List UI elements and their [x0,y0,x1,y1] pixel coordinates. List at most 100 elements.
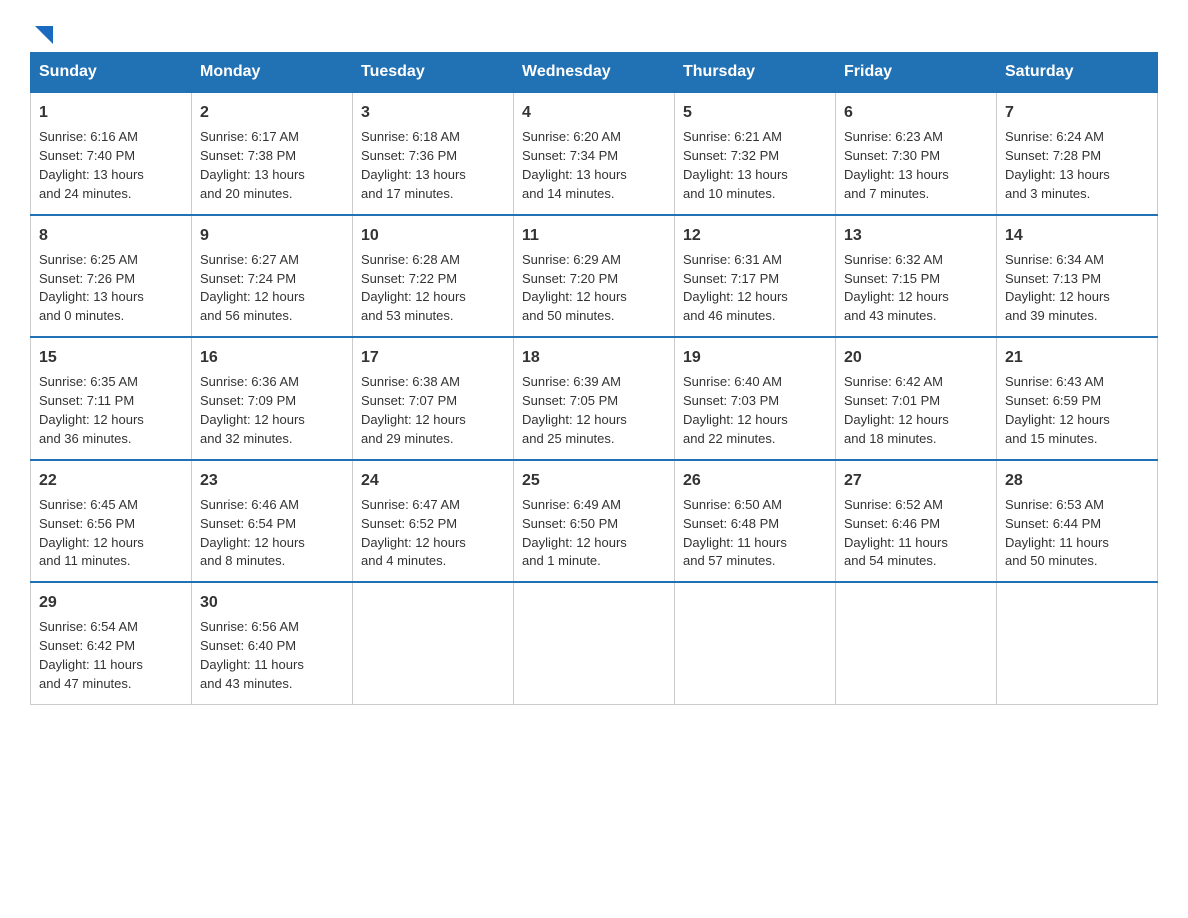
sunset-text: Sunset: 7:30 PM [844,148,940,163]
calendar-cell: 15 Sunrise: 6:35 AM Sunset: 7:11 PM Dayl… [31,337,192,460]
daylight-hours: Daylight: 12 hours [1005,412,1110,427]
sunrise-text: Sunrise: 6:31 AM [683,252,782,267]
sunrise-text: Sunrise: 6:28 AM [361,252,460,267]
calendar-cell: 14 Sunrise: 6:34 AM Sunset: 7:13 PM Dayl… [997,215,1158,338]
sunset-text: Sunset: 7:03 PM [683,393,779,408]
calendar-cell: 22 Sunrise: 6:45 AM Sunset: 6:56 PM Dayl… [31,460,192,583]
sunrise-text: Sunrise: 6:46 AM [200,497,299,512]
day-number: 29 [39,591,183,614]
sunset-text: Sunset: 7:28 PM [1005,148,1101,163]
daylight-minutes: and 57 minutes. [683,553,776,568]
sunrise-text: Sunrise: 6:42 AM [844,374,943,389]
daylight-hours: Daylight: 12 hours [361,412,466,427]
day-number: 6 [844,101,988,124]
daylight-hours: Daylight: 12 hours [200,535,305,550]
sunset-text: Sunset: 6:54 PM [200,516,296,531]
sunrise-text: Sunrise: 6:56 AM [200,619,299,634]
daylight-hours: Daylight: 12 hours [844,289,949,304]
week-row-3: 15 Sunrise: 6:35 AM Sunset: 7:11 PM Dayl… [31,337,1158,460]
daylight-minutes: and 50 minutes. [522,308,615,323]
sunrise-text: Sunrise: 6:38 AM [361,374,460,389]
calendar-cell [836,582,997,704]
sunrise-text: Sunrise: 6:21 AM [683,129,782,144]
calendar-cell: 27 Sunrise: 6:52 AM Sunset: 6:46 PM Dayl… [836,460,997,583]
sunset-text: Sunset: 7:26 PM [39,271,135,286]
calendar-cell: 11 Sunrise: 6:29 AM Sunset: 7:20 PM Dayl… [514,215,675,338]
sunset-text: Sunset: 6:48 PM [683,516,779,531]
sunset-text: Sunset: 7:17 PM [683,271,779,286]
calendar-cell: 20 Sunrise: 6:42 AM Sunset: 7:01 PM Dayl… [836,337,997,460]
daylight-hours: Daylight: 13 hours [683,167,788,182]
daylight-minutes: and 43 minutes. [200,676,293,691]
sunset-text: Sunset: 7:01 PM [844,393,940,408]
daylight-hours: Daylight: 12 hours [361,289,466,304]
daylight-minutes: and 7 minutes. [844,186,929,201]
day-number: 7 [1005,101,1149,124]
sunset-text: Sunset: 6:50 PM [522,516,618,531]
sunrise-text: Sunrise: 6:36 AM [200,374,299,389]
daylight-hours: Daylight: 12 hours [200,412,305,427]
calendar-cell: 2 Sunrise: 6:17 AM Sunset: 7:38 PM Dayli… [192,92,353,215]
sunrise-text: Sunrise: 6:17 AM [200,129,299,144]
daylight-minutes: and 47 minutes. [39,676,132,691]
sunrise-text: Sunrise: 6:49 AM [522,497,621,512]
calendar-cell: 10 Sunrise: 6:28 AM Sunset: 7:22 PM Dayl… [353,215,514,338]
daylight-minutes: and 36 minutes. [39,431,132,446]
sunrise-text: Sunrise: 6:40 AM [683,374,782,389]
sunset-text: Sunset: 7:05 PM [522,393,618,408]
sunset-text: Sunset: 6:42 PM [39,638,135,653]
sunset-text: Sunset: 6:46 PM [844,516,940,531]
calendar-cell: 21 Sunrise: 6:43 AM Sunset: 6:59 PM Dayl… [997,337,1158,460]
sunset-text: Sunset: 6:40 PM [200,638,296,653]
day-number: 5 [683,101,827,124]
daylight-minutes: and 32 minutes. [200,431,293,446]
daylight-hours: Daylight: 13 hours [39,289,144,304]
sunrise-text: Sunrise: 6:18 AM [361,129,460,144]
sunrise-text: Sunrise: 6:29 AM [522,252,621,267]
day-header-saturday: Saturday [997,53,1158,93]
sunrise-text: Sunrise: 6:54 AM [39,619,138,634]
sunrise-text: Sunrise: 6:39 AM [522,374,621,389]
daylight-minutes: and 56 minutes. [200,308,293,323]
sunset-text: Sunset: 6:44 PM [1005,516,1101,531]
calendar-table: SundayMondayTuesdayWednesdayThursdayFrid… [30,52,1158,705]
day-header-wednesday: Wednesday [514,53,675,93]
daylight-minutes: and 0 minutes. [39,308,124,323]
daylight-hours: Daylight: 12 hours [361,535,466,550]
calendar-cell: 29 Sunrise: 6:54 AM Sunset: 6:42 PM Dayl… [31,582,192,704]
day-number: 15 [39,346,183,369]
sunset-text: Sunset: 6:52 PM [361,516,457,531]
week-row-4: 22 Sunrise: 6:45 AM Sunset: 6:56 PM Dayl… [31,460,1158,583]
daylight-minutes: and 14 minutes. [522,186,615,201]
week-row-2: 8 Sunrise: 6:25 AM Sunset: 7:26 PM Dayli… [31,215,1158,338]
sunrise-text: Sunrise: 6:52 AM [844,497,943,512]
logo [30,20,57,42]
sunset-text: Sunset: 7:15 PM [844,271,940,286]
calendar-cell: 5 Sunrise: 6:21 AM Sunset: 7:32 PM Dayli… [675,92,836,215]
sunrise-text: Sunrise: 6:43 AM [1005,374,1104,389]
day-number: 14 [1005,224,1149,247]
daylight-hours: Daylight: 11 hours [39,657,143,672]
day-number: 8 [39,224,183,247]
daylight-minutes: and 53 minutes. [361,308,454,323]
day-header-thursday: Thursday [675,53,836,93]
day-number: 24 [361,469,505,492]
calendar-cell: 9 Sunrise: 6:27 AM Sunset: 7:24 PM Dayli… [192,215,353,338]
calendar-cell [353,582,514,704]
daylight-minutes: and 15 minutes. [1005,431,1098,446]
daylight-hours: Daylight: 13 hours [361,167,466,182]
daylight-minutes: and 8 minutes. [200,553,285,568]
sunset-text: Sunset: 7:36 PM [361,148,457,163]
daylight-hours: Daylight: 12 hours [200,289,305,304]
day-number: 9 [200,224,344,247]
day-number: 27 [844,469,988,492]
sunset-text: Sunset: 7:11 PM [39,393,134,408]
calendar-cell: 19 Sunrise: 6:40 AM Sunset: 7:03 PM Dayl… [675,337,836,460]
daylight-minutes: and 4 minutes. [361,553,446,568]
calendar-cell: 26 Sunrise: 6:50 AM Sunset: 6:48 PM Dayl… [675,460,836,583]
daylight-hours: Daylight: 13 hours [200,167,305,182]
sunset-text: Sunset: 6:59 PM [1005,393,1101,408]
day-number: 25 [522,469,666,492]
calendar-cell [997,582,1158,704]
day-number: 1 [39,101,183,124]
